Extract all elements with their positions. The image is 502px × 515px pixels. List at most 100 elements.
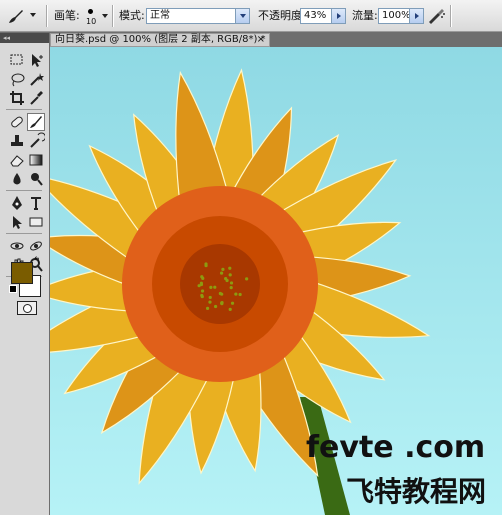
droplet-icon [13, 173, 21, 185]
seed [220, 292, 224, 296]
brush-label: 画笔: [54, 9, 80, 22]
foreground-color-swatch-top [11, 262, 33, 284]
opacity-value: 43% [304, 10, 327, 21]
shape-tool[interactable] [27, 213, 45, 231]
seed [199, 282, 204, 287]
toolbox: ◂◂ ↰ [0, 33, 49, 515]
clone-stamp-tool[interactable] [8, 132, 26, 150]
path-selection-icon [13, 216, 22, 229]
bandage-icon [11, 116, 23, 128]
3d-rotate-icon [10, 242, 24, 250]
mode-value: 正常 [150, 10, 170, 21]
seed [234, 292, 238, 296]
opacity-slider-button[interactable] [331, 8, 346, 24]
history-brush-tool[interactable] [27, 132, 46, 150]
watermark: fevte .com 飞特教程网 [306, 430, 502, 515]
brush-dot-icon [88, 9, 93, 14]
mode-dropdown-arrow[interactable] [235, 8, 250, 24]
seed [209, 285, 213, 289]
brush-icon [30, 116, 42, 128]
seed [229, 286, 233, 290]
flow-value: 100% [382, 10, 411, 21]
eyedropper-icon [30, 91, 43, 105]
crop-icon [10, 91, 24, 105]
seed [221, 267, 225, 271]
move-icon [32, 54, 43, 67]
pen-tool[interactable] [8, 194, 26, 212]
document-title: 向日葵.psd @ 100% (图层 2 副本, RGB/8*) * [55, 34, 266, 45]
watermark-line-1: fevte .com [306, 430, 486, 465]
flow-slider-button[interactable] [409, 8, 424, 24]
chevron-down-icon [30, 13, 36, 17]
airbrush-button[interactable] [426, 7, 446, 25]
default-colors-icon[interactable] [9, 285, 17, 293]
toolbox-header[interactable]: ◂◂ [0, 33, 49, 43]
seed [205, 306, 210, 310]
seed [238, 292, 242, 297]
quick-mask-icon [23, 304, 32, 313]
brush-tool-icon [9, 10, 23, 23]
seed [213, 304, 218, 309]
magic-wand-icon [30, 73, 44, 86]
3d-orbit-icon [30, 241, 42, 251]
dodge-tool[interactable] [27, 170, 45, 188]
watermark-line-2: 飞特教程网 [346, 475, 487, 508]
move-tool[interactable] [27, 51, 45, 69]
seed [230, 301, 235, 305]
eraser-icon [10, 155, 24, 167]
seed [208, 295, 212, 300]
document-canvas[interactable]: fevte .com 飞特教程网 [50, 47, 502, 515]
flow-field[interactable]: 100% [378, 8, 411, 24]
eyedropper-tool[interactable] [27, 89, 45, 107]
seed [201, 276, 205, 280]
airbrush-icon [429, 9, 445, 24]
type-tool[interactable] [27, 194, 45, 212]
seed [229, 281, 234, 285]
opacity-field[interactable]: 43% [300, 8, 332, 24]
mode-select[interactable]: 正常 [146, 8, 250, 24]
rectangle-icon [29, 217, 43, 227]
swap-colors-icon[interactable]: ↰ [33, 257, 41, 266]
blur-tool[interactable] [8, 170, 26, 188]
seed [200, 294, 204, 299]
history-brush-icon [30, 132, 46, 148]
seed [245, 277, 249, 281]
seed [219, 271, 224, 275]
tool-preset-picker[interactable] [6, 7, 40, 25]
mode-label: 模式: [119, 9, 145, 22]
close-icon[interactable]: × [257, 34, 265, 46]
collapse-icon[interactable]: ◂◂ [3, 34, 10, 42]
seed [213, 285, 217, 289]
flower-center-inner [180, 244, 260, 324]
seed [228, 266, 232, 270]
lasso-icon [11, 73, 25, 87]
seed [200, 289, 205, 293]
pen-icon [12, 196, 22, 210]
quick-mask-button[interactable] [17, 301, 37, 315]
marquee-icon [10, 54, 23, 65]
chevron-down-icon [102, 14, 108, 18]
lasso-tool[interactable] [8, 70, 26, 88]
type-icon [31, 197, 41, 210]
marquee-tool[interactable] [8, 51, 26, 69]
seed [228, 273, 232, 277]
magic-wand-tool[interactable] [27, 70, 45, 88]
path-selection-tool[interactable] [8, 213, 26, 231]
3d-orbit-tool[interactable] [27, 237, 45, 255]
healing-brush-tool[interactable] [8, 113, 26, 131]
seed [204, 263, 208, 268]
opacity-label: 不透明度: [258, 9, 306, 22]
brush-size: 10 [86, 17, 97, 26]
crop-tool[interactable] [8, 89, 26, 107]
flow-label: 流量: [352, 9, 378, 22]
seed [208, 300, 212, 304]
seed [228, 307, 232, 311]
gradient-icon [29, 154, 43, 166]
brush-picker[interactable]: 10 [84, 6, 110, 28]
eraser-tool[interactable] [8, 151, 26, 169]
document-tab[interactable]: 向日葵.psd @ 100% (图层 2 副本, RGB/8*) * × [50, 33, 270, 47]
3d-rotate-tool[interactable] [8, 237, 26, 255]
gradient-tool[interactable] [27, 151, 45, 169]
brush-tool[interactable] [27, 113, 45, 131]
seed [225, 278, 229, 283]
